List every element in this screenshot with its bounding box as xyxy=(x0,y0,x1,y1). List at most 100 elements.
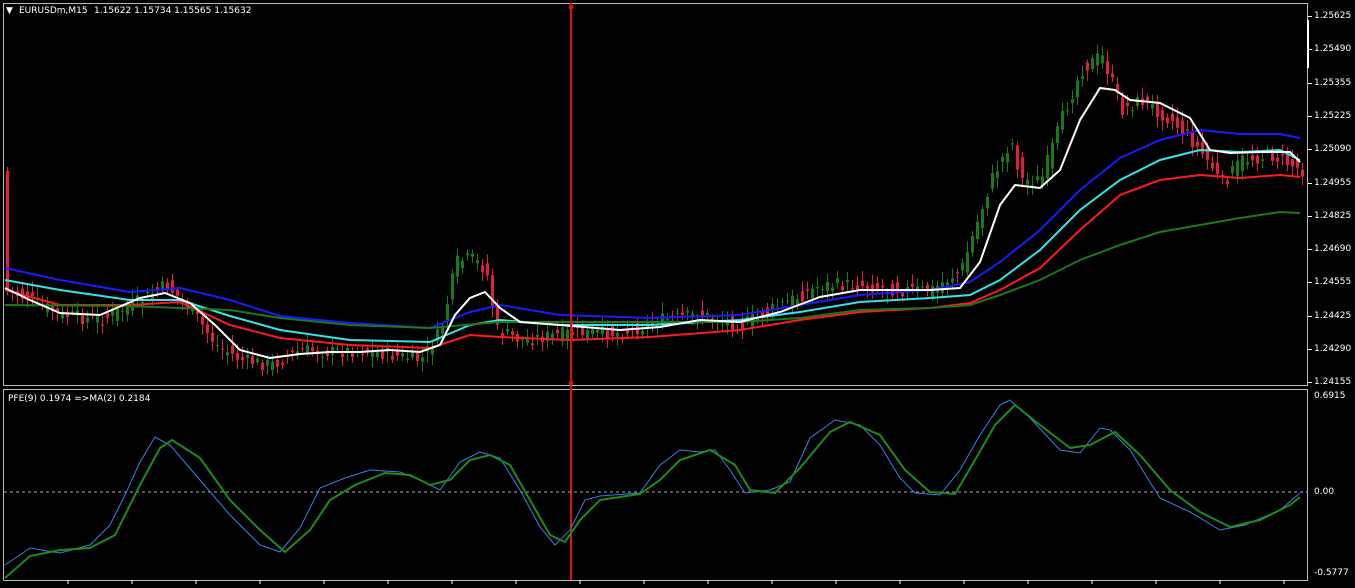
candle-body xyxy=(991,172,994,189)
price-axis-label: 1.24155 xyxy=(1314,377,1352,388)
ohlc-readout: 1.15622 1.15734 1.15565 1.15632 xyxy=(94,6,252,16)
price-axis-label: 1.25355 xyxy=(1314,77,1352,88)
candle-body xyxy=(1026,179,1029,185)
candle-body xyxy=(96,316,99,323)
indicator-axis-label: 0.00 xyxy=(1314,487,1335,497)
candle-body xyxy=(291,350,294,353)
candle-body xyxy=(1131,110,1134,112)
candle-body xyxy=(951,278,954,283)
candle-body xyxy=(851,288,854,290)
candle-body xyxy=(451,273,454,300)
price-axis-label: 1.25490 xyxy=(1314,44,1352,55)
candle-body xyxy=(901,293,904,297)
price-axis-label: 1.24425 xyxy=(1314,310,1352,321)
candle-body xyxy=(1076,80,1079,98)
chart-window[interactable]: ▼ EURUSDm,M15 1.15622 1.15734 1.15565 1.… xyxy=(0,0,1355,584)
candle-body xyxy=(361,353,364,355)
candle-body xyxy=(1046,155,1049,179)
candle-body xyxy=(1121,97,1124,115)
candle-body xyxy=(6,170,9,291)
vertical-marker-handle-top xyxy=(568,4,574,10)
candle-body xyxy=(1106,60,1109,75)
candle-body xyxy=(1011,143,1014,145)
symbol-dropdown-icon[interactable]: ▼ xyxy=(6,6,13,16)
vertical-marker-handle-bottom xyxy=(568,380,574,386)
candle-body xyxy=(71,311,74,313)
candle-body xyxy=(816,287,819,289)
price-axis-tick xyxy=(1308,149,1312,151)
candle-body xyxy=(961,263,964,271)
price-axis-tick xyxy=(1308,115,1312,117)
candle-body xyxy=(1111,73,1114,78)
candle-body xyxy=(241,356,244,361)
candle-body xyxy=(471,253,474,257)
candle-body xyxy=(486,263,489,276)
candle-body xyxy=(276,359,279,367)
candle-body xyxy=(1056,125,1059,144)
candle-body xyxy=(231,345,234,354)
candle-body xyxy=(986,196,989,209)
candle-body xyxy=(266,359,269,366)
candle-body xyxy=(376,351,379,357)
candle-body xyxy=(1021,157,1024,178)
candle-body xyxy=(1276,157,1279,162)
candle-body xyxy=(956,272,959,274)
price-axis-tick xyxy=(1308,349,1312,350)
symbol-title: EURUSDm,M15 xyxy=(19,6,88,16)
price-axis-label: 1.24955 xyxy=(1314,177,1352,188)
candle-body xyxy=(971,235,974,253)
candle-body xyxy=(476,260,479,264)
candle-body xyxy=(261,362,264,370)
candle-body xyxy=(521,339,524,341)
candle-body xyxy=(786,300,789,302)
price-axis-tick xyxy=(1308,382,1312,384)
candle-body xyxy=(246,354,249,359)
price-axis-label: 1.25625 xyxy=(1314,11,1352,21)
candle-body xyxy=(331,346,334,355)
chart-canvas[interactable] xyxy=(0,0,1355,584)
price-axis-tick xyxy=(1308,16,1312,17)
candle-body xyxy=(981,209,984,229)
candle-body xyxy=(341,353,344,358)
candle-body xyxy=(611,326,614,336)
candle-body xyxy=(121,310,124,312)
candle-body xyxy=(1156,101,1159,118)
candle-body xyxy=(1241,155,1244,172)
candle-body xyxy=(966,252,969,273)
candle-body xyxy=(351,352,354,358)
candle-body xyxy=(801,291,804,302)
candle-body xyxy=(826,281,829,292)
candle-body xyxy=(1086,62,1089,71)
price-axis-label: 1.24555 xyxy=(1314,277,1352,288)
price-axis-tick xyxy=(1308,82,1312,84)
candle-body xyxy=(1036,176,1039,181)
candle-body xyxy=(1096,53,1099,66)
price-axis-label: 1.25090 xyxy=(1314,144,1352,155)
price-axis-label: 1.24690 xyxy=(1314,244,1352,255)
candle-body xyxy=(481,265,484,273)
candle-body xyxy=(676,313,679,315)
candle-body xyxy=(126,306,129,315)
candle-body xyxy=(1016,145,1019,170)
candle-body xyxy=(226,352,229,356)
candle-body xyxy=(551,333,554,339)
candle-body xyxy=(116,308,119,321)
candle-body xyxy=(1256,155,1259,164)
candle-body xyxy=(836,278,839,283)
candle-body xyxy=(391,355,394,360)
candle-body xyxy=(1101,55,1104,64)
price-axis-tick xyxy=(1308,215,1312,217)
candle-body xyxy=(456,255,459,277)
pfe-line xyxy=(4,399,1301,566)
price-axis-tick xyxy=(1308,49,1312,51)
candle-body xyxy=(811,288,814,298)
candle-body xyxy=(976,221,979,240)
candle-body xyxy=(1071,99,1074,104)
candle-body xyxy=(686,310,689,313)
candle-body xyxy=(536,334,539,337)
candle-body xyxy=(111,310,114,316)
candle-body xyxy=(1201,142,1204,154)
candle-body xyxy=(221,348,224,350)
candle-body xyxy=(846,279,849,283)
candle-body xyxy=(1051,142,1054,169)
